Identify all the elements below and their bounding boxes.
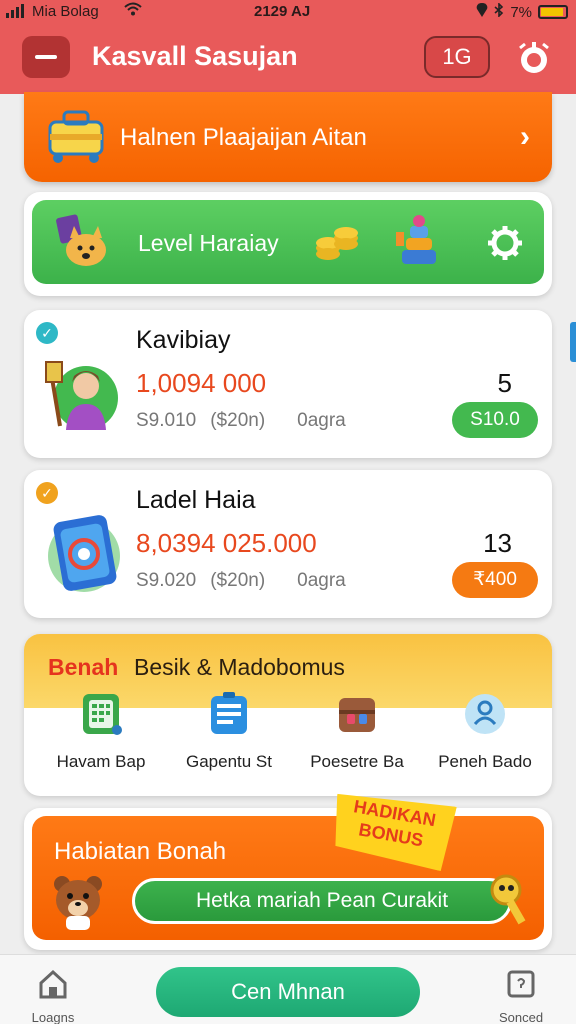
feature-label: Gapentu St	[185, 752, 272, 771]
location-icon	[476, 3, 488, 21]
alarm-bell-icon	[519, 42, 549, 73]
item-name: Kavibiay	[136, 326, 231, 354]
feature-item[interactable]: Havam Bap	[36, 692, 166, 788]
person-badge-icon	[465, 694, 505, 734]
notepad-icon	[211, 692, 247, 734]
feature-label: Peneh Bado	[438, 752, 532, 771]
avatar	[45, 361, 118, 430]
bonus-title: Besik & Madobomus	[134, 654, 345, 680]
home-icon	[39, 969, 67, 999]
buy-button[interactable]: ₹400	[452, 562, 538, 598]
stacking-toy-icon	[396, 215, 436, 264]
item-sub: ($20n)	[210, 570, 266, 591]
minus-icon	[35, 55, 57, 59]
clock: 2129 AJ	[254, 3, 311, 20]
battery-icon	[538, 5, 568, 19]
check-icon: ✓	[36, 482, 58, 504]
bear-mascot-icon	[54, 876, 102, 930]
game-card-icon	[48, 515, 120, 592]
item-count: 5	[497, 368, 512, 398]
feature-label: Havam Bap	[56, 752, 146, 771]
buy-button[interactable]: S10.0	[452, 402, 538, 438]
item-price: S9.020	[136, 570, 197, 591]
page-title: Kasvall Sasujan	[92, 41, 298, 71]
item-price: S9.010	[136, 410, 197, 431]
level-card-body: Level Haraiay	[32, 200, 544, 284]
item-meta: S9.020 ($20n) 0agra	[136, 570, 346, 592]
item-status: 0agra	[297, 570, 346, 591]
feature-item[interactable]: Peneh Bado	[420, 692, 550, 788]
wifi-icon	[124, 2, 142, 19]
bottom-nav: Loagns Cen Mhnan Sonced	[0, 954, 576, 1024]
item-amount: 1,0094 000	[136, 368, 267, 398]
bluetooth-icon	[494, 2, 504, 21]
bonus-promo-body: Habiatan Bonah HADIKAN BONUS Hetka maria…	[32, 816, 544, 940]
dog-mascot-icon	[56, 214, 106, 266]
item-name: Ladel Haia	[136, 486, 256, 514]
nav-home[interactable]: Loagns	[18, 969, 88, 1024]
feature-label: Poesetre Ba	[310, 752, 404, 771]
item-sub: ($20n)	[210, 410, 266, 431]
feature-item[interactable]: Poesetre Ba	[292, 692, 422, 788]
signal-icon	[6, 4, 24, 18]
notification-button[interactable]	[512, 36, 556, 80]
nav-home-label: Loagns	[31, 1010, 75, 1024]
check-icon: ✓	[36, 322, 58, 344]
item-amount: 8,0394 025.000	[136, 528, 317, 558]
item-count: 13	[483, 528, 512, 558]
promo-banner[interactable]: Halnen Plaajaijan Aitan ›	[24, 92, 552, 182]
menu-button[interactable]	[22, 36, 70, 78]
item-card[interactable]: ✓ Kavibiay 1,0094 000 S9.010 ($20n) 0agr…	[24, 310, 552, 458]
battery-percent: 7%	[510, 3, 532, 21]
coins-icon	[316, 227, 358, 260]
bonus-promo: Habiatan Bonah HADIKAN BONUS Hetka maria…	[24, 808, 552, 950]
toolbox-icon	[48, 110, 104, 163]
treasure-chest-icon	[339, 698, 375, 732]
bonus-panel: Benah Besik & Madobomus Havam Bap Gapent…	[24, 634, 552, 796]
nav-scanner-label: Sonced	[498, 1010, 544, 1024]
side-tab[interactable]	[570, 322, 576, 362]
bonus-tag: Benah	[48, 654, 119, 680]
status-bar: Mia Bolag 2129 AJ 7%	[0, 0, 576, 26]
banner-text: Halnen Plaajaijan Aitan	[120, 124, 367, 151]
nav-scanner[interactable]: Sonced	[486, 969, 556, 1024]
calculator-icon	[83, 694, 122, 735]
main-action-button[interactable]: Cen Mhnan	[156, 967, 420, 1017]
level-card-text: Level Haraiay	[138, 230, 279, 256]
gear-icon[interactable]	[486, 224, 524, 262]
scanner-icon	[507, 970, 535, 998]
carrier-label: Mia Bolag	[32, 3, 99, 20]
promo-cta-button[interactable]: Hetka mariah Pean Curakit	[132, 878, 512, 924]
bonus-badge: HADIKAN BONUS	[327, 786, 457, 872]
feature-item[interactable]: Gapentu St	[164, 692, 294, 788]
chevron-right-icon: ›	[520, 120, 530, 153]
item-status: 0agra	[297, 410, 346, 431]
level-badge[interactable]: 1G	[424, 36, 490, 78]
item-meta: S9.010 ($20n) 0agra	[136, 410, 346, 432]
key-icon	[490, 874, 526, 925]
level-card[interactable]: Level Haraiay	[24, 192, 552, 296]
app-header: Kasvall Sasujan 1G	[0, 26, 576, 94]
item-card[interactable]: ✓ Ladel Haia 8,0394 025.000 S9.020 ($20n…	[24, 470, 552, 618]
promo-title: Habiatan Bonah	[54, 838, 227, 865]
